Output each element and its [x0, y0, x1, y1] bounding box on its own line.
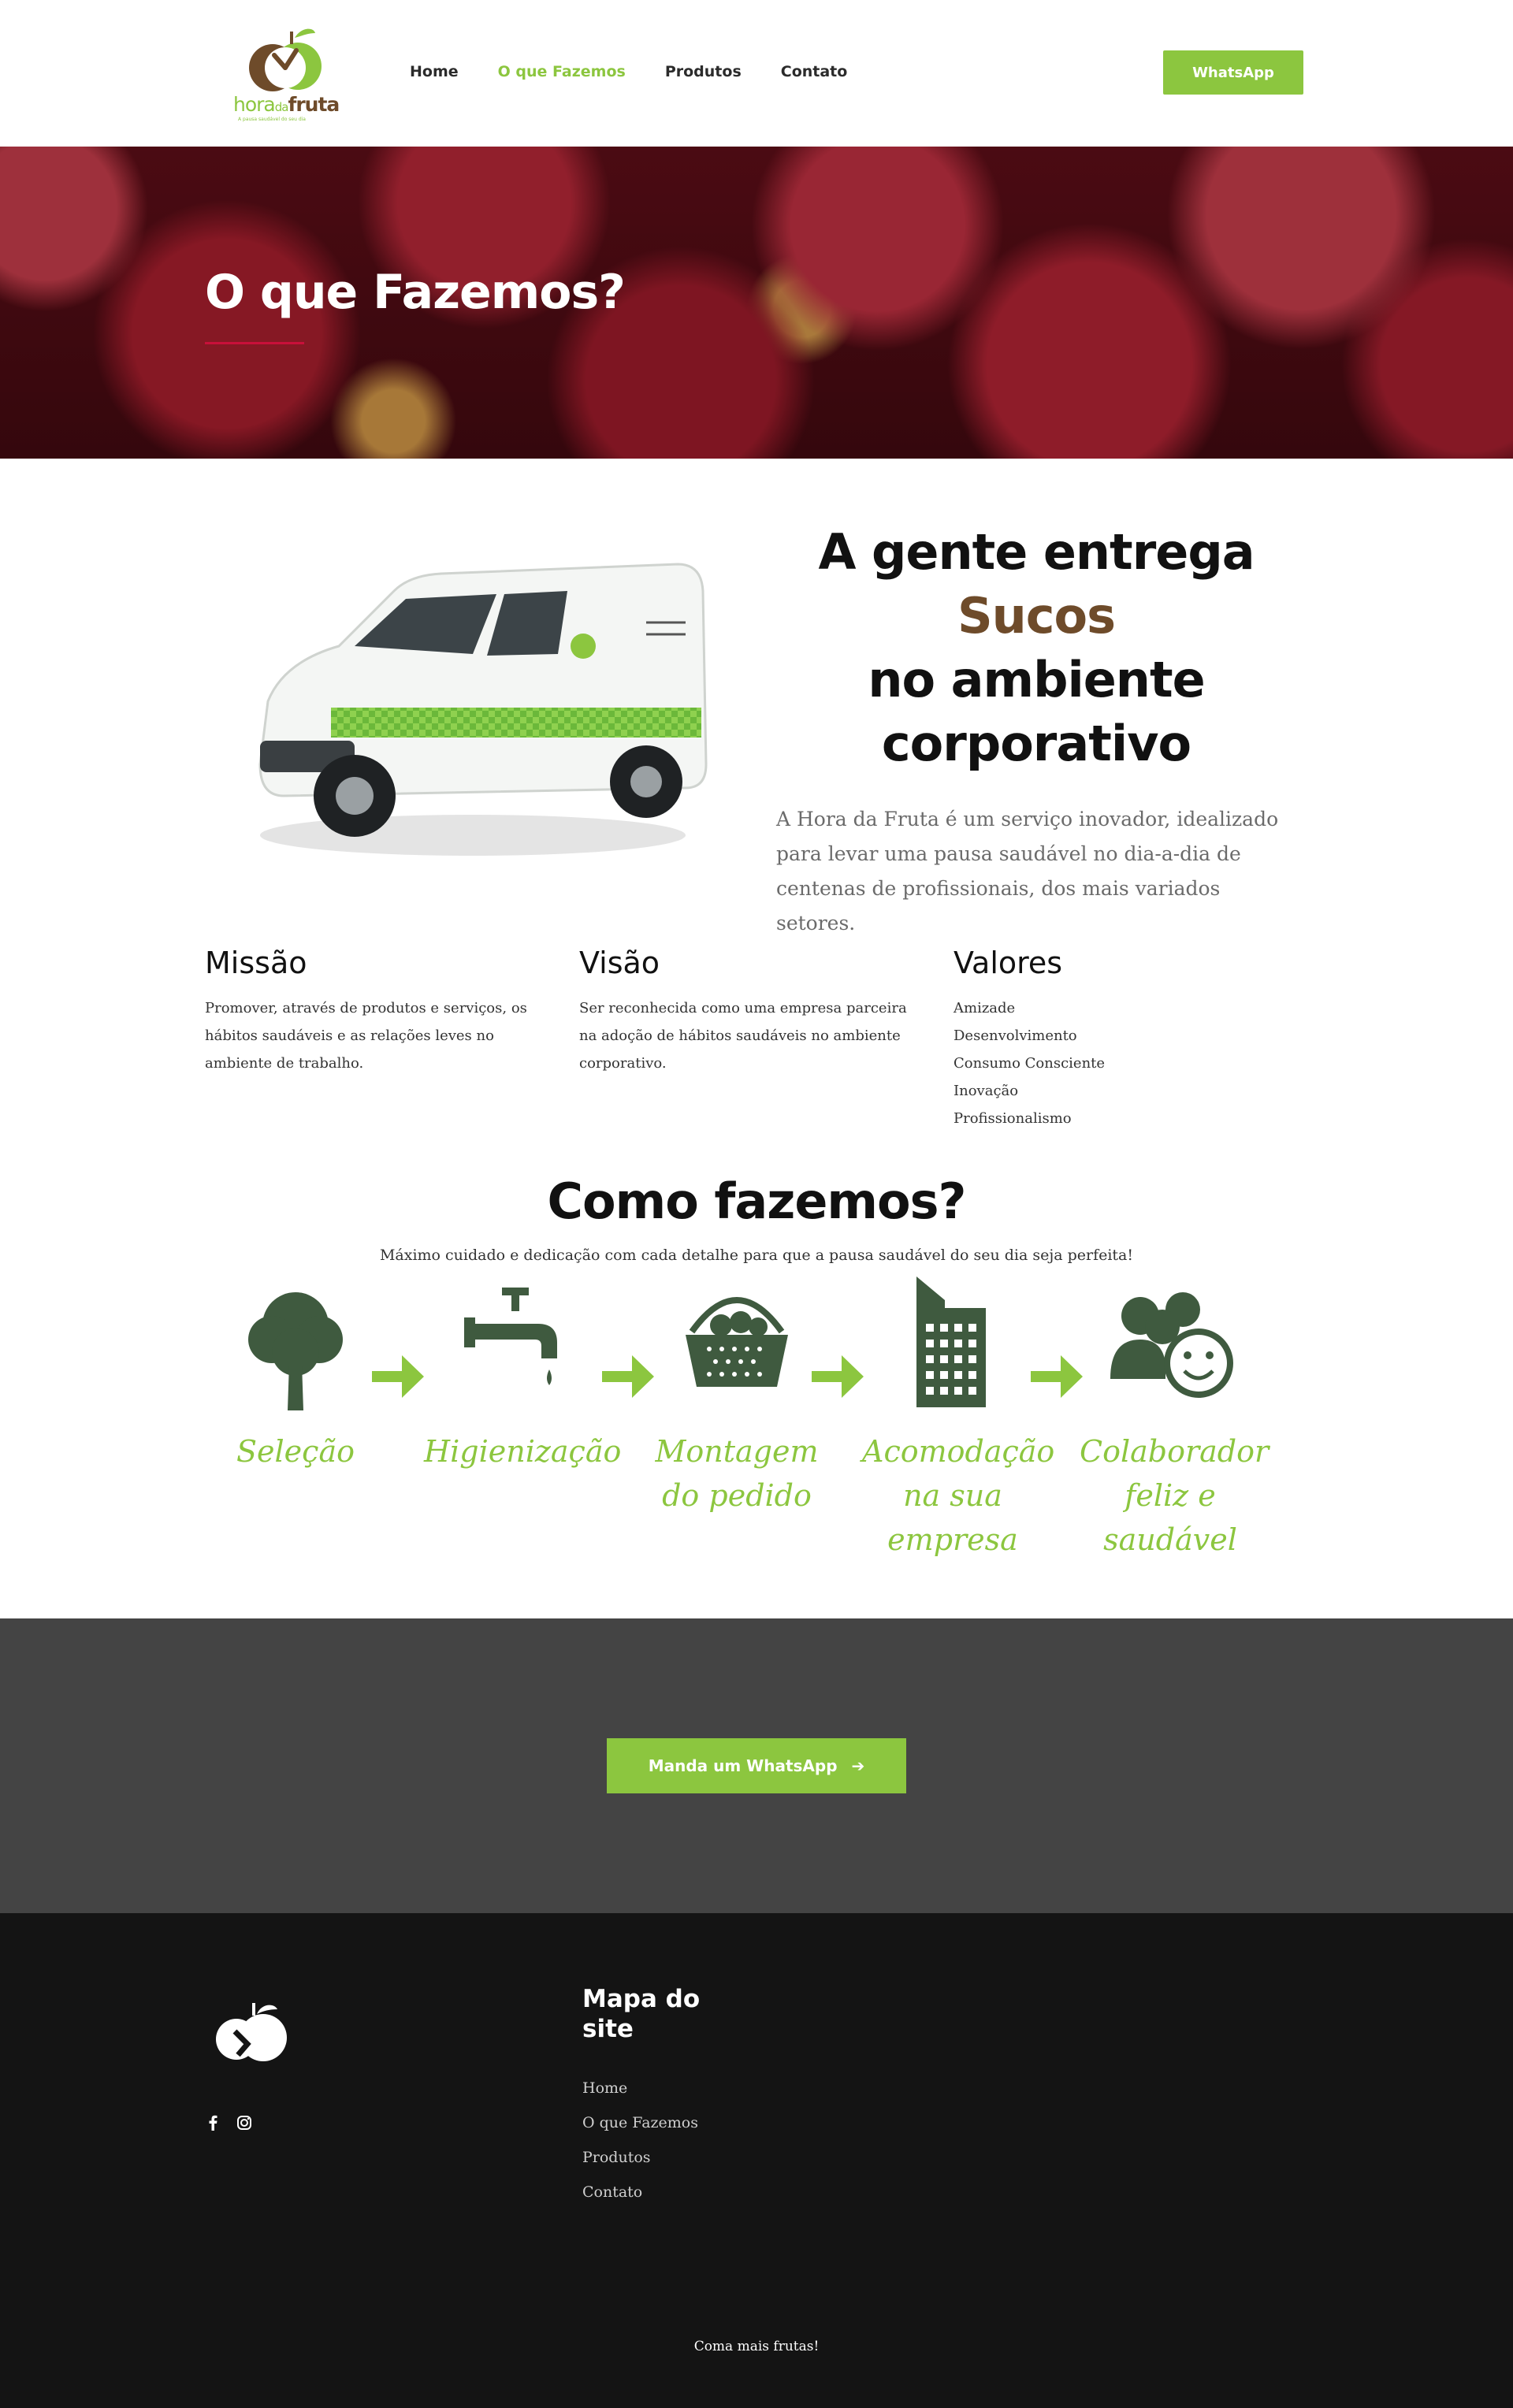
- tree-icon: [248, 1292, 343, 1410]
- nav-produtos[interactable]: Produtos: [665, 63, 742, 80]
- intro-heading: A gente entrega Sucos no ambiente corpor…: [764, 520, 1308, 775]
- intro-heading-line3: no ambiente corporativo: [868, 651, 1205, 772]
- visao-column: Visão Ser reconhecida como uma empresa p…: [579, 946, 918, 1077]
- process-steps: Seleção Higienização Montagem do pedido …: [236, 1276, 1277, 1557]
- valores-list: Amizade Desenvolvimento Consumo Conscien…: [954, 994, 1292, 1132]
- arrow-right-icon: [372, 1355, 424, 1398]
- faucet-icon: [464, 1288, 557, 1385]
- intro-heading-accent: Sucos: [957, 587, 1116, 645]
- valores-item: Consumo Consciente: [954, 1055, 1106, 1072]
- facebook-icon[interactable]: [203, 2113, 222, 2132]
- cta-band: Manda um WhatsApp ➔: [0, 1618, 1513, 1913]
- brand-logo[interactable]: horadafruta A pausa saudável do seu dia: [233, 20, 344, 123]
- intro-heading-line1: A gente entrega: [818, 523, 1255, 581]
- page-title: O que Fazemos?: [205, 265, 626, 320]
- missao-title: Missão: [205, 946, 307, 980]
- valores-item: Inovação: [954, 1083, 1019, 1099]
- step-selecao: Seleção: [205, 1276, 386, 1473]
- footer-bottom-text: Coma mais frutas!: [693, 2339, 820, 2354]
- main-nav: Home O que Fazemos Produtos Contato: [410, 63, 887, 80]
- missao-column: Missão Promover, através de produtos e s…: [205, 946, 544, 1077]
- nav-home[interactable]: Home: [410, 63, 459, 80]
- footer-link-produtos[interactable]: Produtos: [582, 2140, 698, 2175]
- how-title: Como fazemos?: [547, 1172, 967, 1230]
- logo-word-fruta: fruta: [288, 93, 340, 116]
- building-icon: [916, 1276, 986, 1407]
- arrow-right-icon: [812, 1355, 864, 1398]
- step-label: Higienização: [424, 1434, 622, 1469]
- visao-title: Visão: [579, 946, 660, 980]
- cta-label: Manda um WhatsApp: [648, 1756, 838, 1775]
- footer-apple-logo-icon[interactable]: [211, 1992, 298, 2071]
- valores-item: Amizade: [954, 1000, 1016, 1016]
- logo-tagline: A pausa saudável do seu dia: [238, 117, 306, 122]
- footer-link-contato[interactable]: Contato: [582, 2175, 698, 2209]
- step-label: Acomodação na sua empresa: [862, 1434, 1055, 1557]
- nav-contato[interactable]: Contato: [781, 63, 848, 80]
- site-footer: Mapa do site Home O que Fazemos Produtos…: [0, 1913, 1513, 2408]
- step-label: Montagem do pedido: [655, 1434, 819, 1513]
- header-whatsapp-button[interactable]: WhatsApp: [1163, 50, 1303, 95]
- instagram-icon[interactable]: [235, 2113, 254, 2132]
- footer-links: Home O que Fazemos Produtos Contato: [582, 2071, 698, 2209]
- cta-whatsapp-button[interactable]: Manda um WhatsApp ➔: [607, 1738, 906, 1793]
- logo-word-da: da: [274, 100, 289, 114]
- step-montagem: Montagem do pedido: [646, 1276, 827, 1518]
- arrow-right-icon: ➔: [851, 1756, 865, 1775]
- social-links: [203, 2113, 254, 2132]
- footer-link-o-que-fazemos[interactable]: O que Fazemos: [582, 2105, 698, 2140]
- valores-column: Valores Amizade Desenvolvimento Consumo …: [954, 946, 1292, 1132]
- title-underline: [205, 342, 304, 344]
- logo-word-hora: hora: [233, 93, 276, 116]
- step-acomodacao: Acomodação na sua empresa: [862, 1276, 1055, 1562]
- step-label: Colaborador feliz e saudável: [1080, 1434, 1270, 1557]
- valores-item: Desenvolvimento: [954, 1027, 1077, 1044]
- happy-people-icon: [1110, 1292, 1233, 1398]
- apple-clock-icon: [249, 28, 322, 91]
- arrow-right-icon: [1031, 1355, 1083, 1398]
- valores-title: Valores: [954, 946, 1063, 980]
- delivery-van-image: [236, 528, 709, 867]
- missao-text: Promover, através de produtos e serviços…: [205, 1000, 527, 1072]
- hero-banner: O que Fazemos?: [0, 147, 1513, 459]
- footer-map-title: Mapa do site: [582, 1985, 701, 2043]
- step-higienizacao: Higienização: [424, 1276, 622, 1473]
- how-subtitle: Máximo cuidado e dedicação com cada deta…: [379, 1247, 1134, 1264]
- logo-wordmark: horadafruta: [233, 93, 340, 116]
- intro-paragraph: A Hora da Fruta é um serviço inovador, i…: [776, 808, 1279, 935]
- basket-icon: [686, 1297, 788, 1387]
- valores-item: Profissionalismo: [954, 1110, 1072, 1127]
- visao-text: Ser reconhecida como uma empresa parceir…: [579, 1000, 907, 1072]
- nav-o-que-fazemos[interactable]: O que Fazemos: [498, 63, 626, 80]
- site-header: horadafruta A pausa saudável do seu dia …: [0, 0, 1513, 147]
- step-label: Seleção: [236, 1434, 355, 1469]
- footer-link-home[interactable]: Home: [582, 2071, 698, 2105]
- step-colaborador: Colaborador feliz e saudável: [1080, 1276, 1270, 1562]
